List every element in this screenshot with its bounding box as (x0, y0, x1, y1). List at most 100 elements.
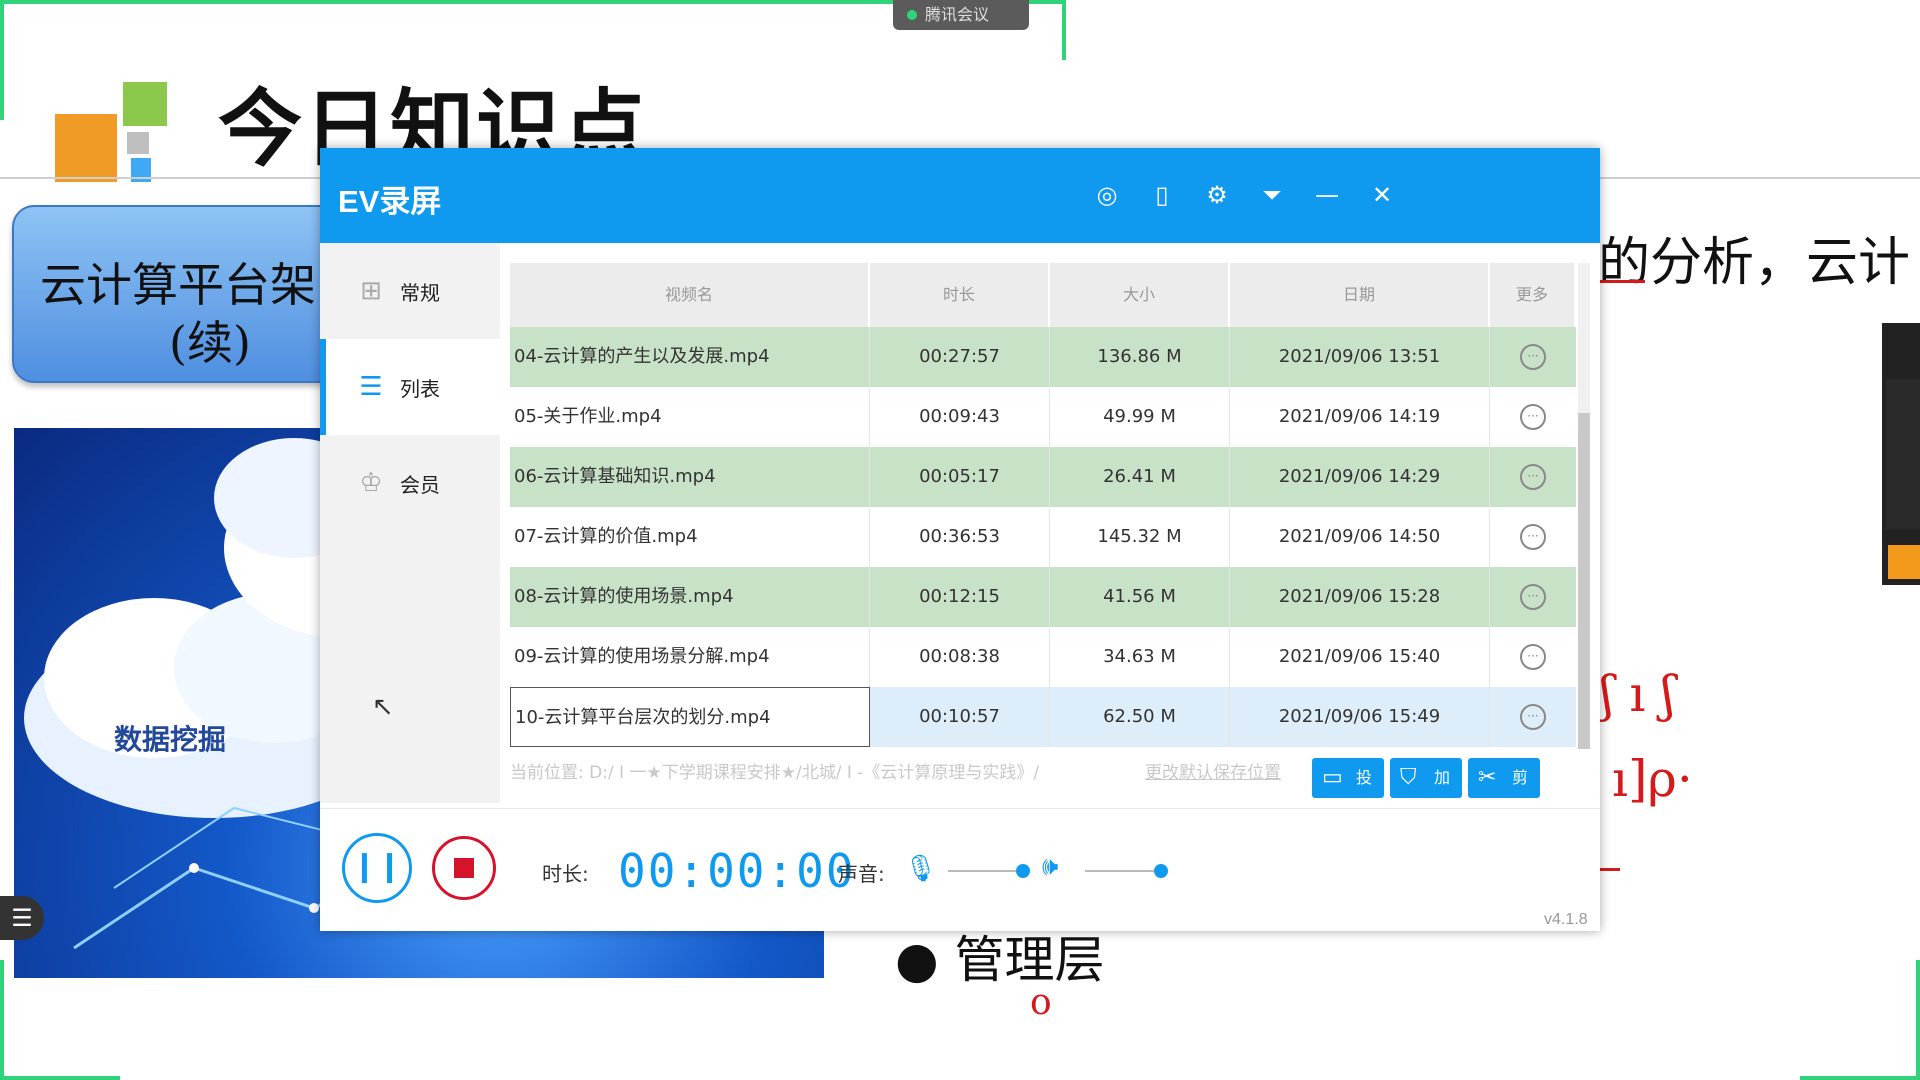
cell-size: 136.86 M (1050, 327, 1230, 387)
monitor-icon: ▭ (1322, 765, 1343, 790)
cell-duration: 00:27:57 (870, 327, 1050, 387)
table-row-selected[interactable]: 10-云计算平台层次的划分.mp4 00:10:57 62.50 M 2021/… (510, 687, 1576, 747)
cell-name[interactable]: 04-云计算的产生以及发展.mp4 (510, 327, 870, 387)
pen-stroke: ı]ρ· (1612, 750, 1693, 808)
slide-topic-box: 云计算平台架 (续) (12, 205, 352, 383)
col-header-name[interactable]: 视频名 (510, 263, 870, 327)
table-row[interactable]: 06-云计算基础知识.mp4 00:05:17 26.41 M 2021/09/… (510, 447, 1576, 507)
slide-menu-button[interactable]: ☰ (0, 896, 44, 940)
edit-button-label: 剪辑 (1512, 768, 1529, 827)
cell-size: 145.32 M (1050, 507, 1230, 567)
table-row[interactable]: 09-云计算的使用场景分解.mp4 00:08:38 34.63 M 2021/… (510, 627, 1576, 687)
change-save-location-link[interactable]: 更改默认保存位置 (1145, 758, 1281, 783)
pen-stroke (1600, 868, 1620, 871)
table-row[interactable]: 05-关于作业.mp4 00:09:43 49.99 M 2021/09/06 … (510, 387, 1576, 447)
cell-date: 2021/09/06 15:40 (1230, 627, 1490, 687)
minimize-icon[interactable]: — (1312, 180, 1342, 210)
save-path: 当前位置: D:/ I 一★下学期课程安排★/北城/ I -《云计算原理与实践》… (510, 763, 1040, 783)
col-header-size[interactable]: 大小 (1050, 263, 1230, 327)
speaker-volume-knob[interactable] (1154, 864, 1168, 878)
mic-volume-knob[interactable] (1016, 864, 1030, 878)
encrypt-button-label: 加密 (1434, 768, 1451, 827)
scroll-thumb[interactable] (1578, 413, 1590, 749)
cell-name[interactable]: 07-云计算的价值.mp4 (510, 507, 870, 567)
video-tile (1886, 379, 1920, 529)
cell-size: 62.50 M (1050, 687, 1230, 747)
more-icon[interactable]: ··· (1520, 404, 1546, 430)
crown-icon: ♔ (359, 468, 383, 498)
stop-button[interactable] (432, 836, 496, 900)
cloud-label: 数据挖掘 (114, 723, 227, 756)
edit-button[interactable]: ✂ 剪辑 (1468, 758, 1540, 827)
list-icon: ☰ (359, 372, 383, 402)
cell-duration: 00:05:17 (870, 447, 1050, 507)
cell-name[interactable]: 09-云计算的使用场景分解.mp4 (510, 627, 870, 687)
cell-date: 2021/09/06 15:49 (1230, 687, 1490, 747)
cell-size: 49.99 M (1050, 387, 1230, 447)
slide-body-text: 的分析，云计 (1598, 233, 1911, 293)
person-icon[interactable] (1888, 545, 1920, 579)
version-label: v4.1.8 (1544, 911, 1588, 928)
cell-name[interactable]: 08-云计算的使用场景.mp4 (510, 567, 870, 627)
recording-timer: 00:00:00 (618, 844, 856, 898)
more-icon[interactable]: ··· (1520, 524, 1546, 550)
rename-input[interactable]: 10-云计算平台层次的划分.mp4 (510, 687, 870, 747)
user-icon[interactable]: ◎ (1092, 180, 1122, 210)
cast-button[interactable]: ▭ 投屏 (1312, 758, 1384, 827)
pen-stroke (1595, 280, 1645, 283)
cell-date: 2021/09/06 15:28 (1230, 567, 1490, 627)
cell-size: 26.41 M (1050, 447, 1230, 507)
cell-date: 2021/09/06 14:29 (1230, 447, 1490, 507)
encrypt-button[interactable]: ⛉ 加密 (1390, 758, 1462, 827)
meeting-indicator[interactable]: 腾讯会议 (893, 0, 1029, 30)
signal-icon (907, 10, 917, 20)
topic-line-1: 云计算平台架 (40, 258, 316, 312)
cell-size: 34.63 M (1050, 627, 1230, 687)
pen-stroke: ο (1030, 982, 1052, 1023)
more-icon[interactable]: ··· (1520, 464, 1546, 490)
more-icon[interactable]: ··· (1520, 584, 1546, 610)
cell-date: 2021/09/06 14:19 (1230, 387, 1490, 447)
cell-duration: 00:36:53 (870, 507, 1050, 567)
pause-button[interactable]: ❙❙ (342, 833, 412, 903)
cast-button-label: 投屏 (1356, 768, 1373, 827)
col-header-date[interactable]: 日期 (1230, 263, 1490, 327)
microphone-icon[interactable]: 🎙 (904, 854, 937, 884)
participant-panel[interactable] (1882, 323, 1920, 585)
cell-name[interactable]: 06-云计算基础知识.mp4 (510, 447, 870, 507)
cell-duration: 00:10:57 (870, 687, 1050, 747)
dropdown-icon[interactable]: ⏷ (1257, 180, 1287, 210)
speaker-icon[interactable]: 🕪 (1042, 852, 1058, 883)
sidebar-item-list[interactable]: ☰ 列表 (320, 339, 500, 435)
mouse-cursor-icon: ↖ (372, 692, 394, 722)
ev-recorder-window: EV录屏 ◎ ▯ ⚙ ⏷ — ✕ ⊞ 常规 ☰ 列表 ♔ 会员 视频名 时长 大… (320, 148, 1600, 931)
app-title: EV录屏 (338, 184, 442, 219)
cell-duration: 00:09:43 (870, 387, 1050, 447)
table-row[interactable]: 07-云计算的价值.mp4 00:36:53 145.32 M 2021/09/… (510, 507, 1576, 567)
col-header-more: 更多 (1490, 263, 1576, 327)
topic-line-2: (续) (169, 316, 251, 370)
cell-date: 2021/09/06 13:51 (1230, 327, 1490, 387)
sidebar-item-member[interactable]: ♔ 会员 (320, 435, 500, 531)
table-row[interactable]: 04-云计算的产生以及发展.mp4 00:27:57 136.86 M 2021… (510, 327, 1576, 387)
cell-name[interactable]: 05-关于作业.mp4 (510, 387, 870, 447)
cell-duration: 00:08:38 (870, 627, 1050, 687)
grid-icon: ⊞ (360, 276, 382, 306)
volume-label: 声音: (838, 862, 885, 886)
sidebar-item-general[interactable]: ⊞ 常规 (320, 243, 500, 339)
close-icon[interactable]: ✕ (1367, 180, 1397, 210)
desktop: 腾讯会议 今日知识点 云计算平台架 (续) 数据挖掘 的分析，云计 ● 管理层 (0, 0, 1920, 1080)
table-scrollbar[interactable] (1578, 263, 1590, 749)
col-header-duration[interactable]: 时长 (870, 263, 1050, 327)
more-icon[interactable]: ··· (1520, 644, 1546, 670)
gear-icon[interactable]: ⚙ (1202, 180, 1232, 210)
cell-date: 2021/09/06 14:50 (1230, 507, 1490, 567)
table-row[interactable]: 08-云计算的使用场景.mp4 00:12:15 41.56 M 2021/09… (510, 567, 1576, 627)
more-icon[interactable]: ··· (1520, 344, 1546, 370)
phone-icon[interactable]: ▯ (1147, 180, 1177, 210)
duration-label: 时长: (542, 862, 589, 886)
divider (320, 808, 1600, 809)
more-icon[interactable]: ··· (1520, 704, 1546, 730)
frame-corner (0, 960, 120, 1080)
sidebar-item-label: 列表 (400, 377, 440, 401)
